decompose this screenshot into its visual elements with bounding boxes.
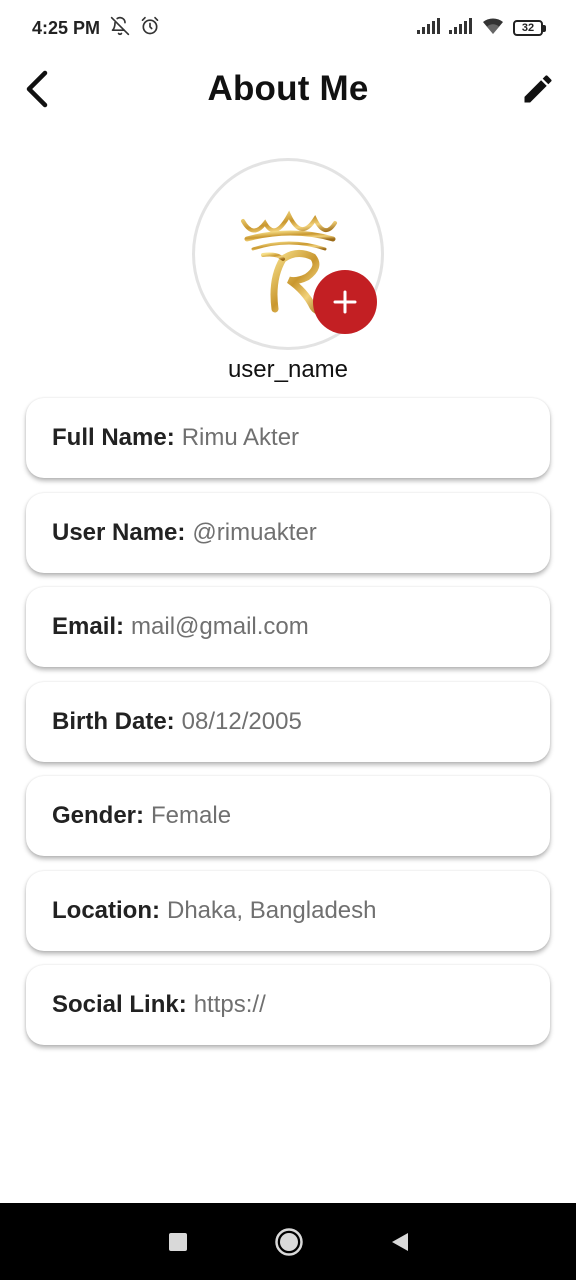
user-name-card[interactable]: User Name: @rimuakter [26,492,550,573]
field-value: Rimu Akter [181,424,300,451]
field-value: 08/12/2005 [181,707,302,735]
triangle-back-icon [392,1232,408,1251]
status-bar: 4:25 PM 32 [0,0,576,56]
back-nav-button[interactable] [382,1224,418,1260]
battery-level: 32 [513,20,543,36]
add-photo-button[interactable] [313,270,377,334]
alarm-icon [140,16,160,41]
system-nav-bar [0,1203,576,1280]
field-value: @rimuakter [192,518,317,546]
avatar-section [192,158,384,350]
status-left: 4:25 PM [32,16,160,41]
email-card[interactable]: Email: mail@gmail.com [26,587,550,667]
signal-icon [449,17,473,39]
recents-button[interactable] [160,1224,196,1260]
wifi-icon [481,17,505,40]
app-bar: About Me [0,56,576,122]
field-value: Female [151,802,232,829]
field-label: Birth Date: [52,707,175,735]
gender-card[interactable]: Gender: Female [26,776,550,856]
circle-home-icon [275,1227,303,1256]
edit-button[interactable] [518,69,558,109]
about-me-screen: 4:25 PM 32 About Me user_name Full Name:… [0,0,576,1280]
field-value: Dhaka, Bangladesh [167,896,377,924]
status-right: 32 [417,17,546,40]
home-button[interactable] [271,1224,307,1260]
social-link-card[interactable]: Social Link: https:// [26,965,550,1045]
field-label: Location: [52,896,160,924]
chevron-left-icon [26,70,48,108]
back-button[interactable] [18,69,58,109]
plus-icon [333,290,357,314]
status-time: 4:25 PM [32,17,101,38]
info-list: Full Name: Rimu Akter User Name: @rimuak… [26,398,550,1060]
battery-tip [543,24,546,32]
pencil-icon [524,75,552,103]
location-card[interactable]: Location: Dhaka, Bangladesh [26,870,550,951]
field-label: User Name: [52,518,186,546]
field-label: Gender: [52,802,145,829]
field-label: Email: [52,613,125,640]
field-value: mail@gmail.com [131,613,309,640]
signal-icon [417,17,441,39]
username: user_name [227,356,349,383]
page-title: About Me [207,69,369,108]
square-recents-icon [169,1232,187,1251]
bell-off-icon [110,16,130,41]
field-label: Social Link: [52,991,187,1018]
full-name-card[interactable]: Full Name: Rimu Akter [26,398,550,478]
field-value: https:// [193,991,266,1018]
field-label: Full Name: [52,424,175,451]
battery-icon: 32 [513,20,546,36]
birth-date-card[interactable]: Birth Date: 08/12/2005 [26,681,550,762]
